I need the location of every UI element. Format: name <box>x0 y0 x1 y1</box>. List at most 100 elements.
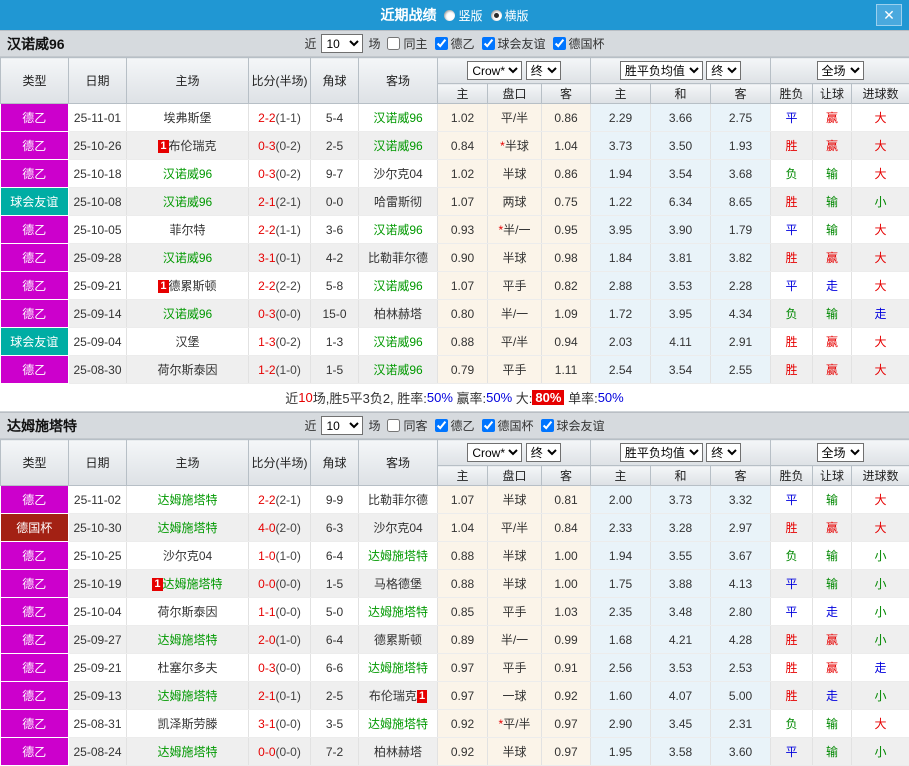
handicap-label: 一球 <box>502 689 526 703</box>
games-count-select[interactable]: 10 <box>321 34 363 53</box>
league-badge: 球会友谊 <box>1 188 69 216</box>
avg-draw-cell: 3.81 <box>651 244 711 272</box>
avg-stage-select[interactable]: 终 <box>706 443 741 462</box>
team-label: 达姆施塔特 <box>368 549 428 563</box>
corner-cell: 9-7 <box>311 160 359 188</box>
col-away: 客场 <box>359 58 438 104</box>
full-time-score: 3-1 <box>258 251 275 265</box>
avg-type-select[interactable]: 胜平负均值 <box>620 443 703 462</box>
radio-unchecked-icon[interactable] <box>444 10 455 21</box>
league-checkbox-1[interactable] <box>482 37 495 50</box>
odds-home-cell: 0.80 <box>438 300 488 328</box>
handicap-label: 半球 <box>502 167 526 181</box>
half-time-score: (0-0) <box>276 577 301 591</box>
same-venue-checkbox[interactable] <box>387 37 400 50</box>
col-type: 类型 <box>1 58 69 104</box>
handicap-label: 半球 <box>502 577 526 591</box>
goals-result-cell: 小 <box>852 626 909 654</box>
col-handicap: 盘口 <box>488 466 542 486</box>
corner-cell: 15-0 <box>311 300 359 328</box>
team-label: 布伦瑞克 <box>369 689 417 703</box>
odds-away-cell: 0.91 <box>542 654 591 682</box>
match-date: 25-10-26 <box>69 132 127 160</box>
handicap-result-cell: 赢 <box>813 328 852 356</box>
avg-home-cell: 2.03 <box>591 328 651 356</box>
corner-cell: 3-5 <box>311 710 359 738</box>
team-label: 汉诺威96 <box>373 279 422 293</box>
layout-vertical-option[interactable]: 竖版 <box>444 7 482 24</box>
odds-home-cell: 1.07 <box>438 188 488 216</box>
bookmaker-select[interactable]: Crow* <box>467 61 522 80</box>
league-checkbox-2[interactable] <box>541 419 554 432</box>
goals-result-cell: 小 <box>852 738 909 766</box>
handicap-label: 半球 <box>502 251 526 265</box>
scope-select[interactable]: 全场 <box>817 443 864 462</box>
avg-home-cell: 1.22 <box>591 188 651 216</box>
full-time-score: 0-0 <box>258 577 275 591</box>
goals-result-cell: 走 <box>852 300 909 328</box>
corner-cell: 6-4 <box>311 626 359 654</box>
team-label: 汉诺威96 <box>373 139 422 153</box>
full-time-score: 0-3 <box>258 167 275 181</box>
full-time-score: 1-1 <box>258 605 275 619</box>
col-result: 胜负 <box>771 84 813 104</box>
result-cell: 胜 <box>771 626 813 654</box>
bookmaker-select[interactable]: Crow* <box>467 443 522 462</box>
away-team-cell: 达姆施塔特 <box>359 710 438 738</box>
home-team-cell: 达姆施塔特 <box>127 682 249 710</box>
odds-stage-select[interactable]: 终 <box>526 443 561 462</box>
handicap-label: 两球 <box>502 195 526 209</box>
odds-away-cell: 0.94 <box>542 328 591 356</box>
goals-result-cell: 大 <box>852 272 909 300</box>
league-checkbox-1[interactable] <box>482 419 495 432</box>
handicap-result-cell: 输 <box>813 570 852 598</box>
team-label: 达姆施塔特 <box>157 689 217 703</box>
col-score: 比分(半场) <box>249 58 311 104</box>
col-avg-draw: 和 <box>651 84 711 104</box>
corner-cell: 6-6 <box>311 654 359 682</box>
scope-select[interactable]: 全场 <box>817 61 864 80</box>
layout-horizontal-option[interactable]: 横版 <box>491 7 529 24</box>
team-name: 汉诺威96 <box>7 34 65 54</box>
avg-stage-select[interactable]: 终 <box>706 61 741 80</box>
league-badge: 德乙 <box>1 244 69 272</box>
match-date: 25-08-31 <box>69 710 127 738</box>
col-odds-home: 主 <box>438 466 488 486</box>
league-checkbox-0[interactable] <box>435 37 448 50</box>
same-venue-checkbox[interactable] <box>387 419 400 432</box>
full-time-score: 0-3 <box>258 139 275 153</box>
league-checkbox-2[interactable] <box>553 37 566 50</box>
avg-away-cell: 2.31 <box>711 710 771 738</box>
team-label: 沙尔克04 <box>373 521 422 535</box>
match-row: 德乙25-11-02达姆施塔特2-2(2-1)9-9比勒菲尔德1.07半球0.8… <box>1 486 909 514</box>
half-time-score: (0-0) <box>276 717 301 731</box>
avg-home-cell: 2.00 <box>591 486 651 514</box>
games-count-select[interactable]: 10 <box>321 416 363 435</box>
league-checkbox-0[interactable] <box>435 419 448 432</box>
full-time-score: 2-1 <box>258 195 275 209</box>
full-time-score: 0-0 <box>258 745 275 759</box>
rank-one-badge: 1 <box>158 140 168 153</box>
handicap-cell: 平手 <box>488 356 542 384</box>
titlebar: 近期战绩 竖版 横版 ✕ <box>0 0 909 30</box>
avg-home-cell: 2.35 <box>591 598 651 626</box>
handicap-cell: 平/半 <box>488 104 542 132</box>
team-label: 凯泽斯劳滕 <box>157 717 217 731</box>
radio-checked-icon[interactable] <box>491 10 502 21</box>
close-button[interactable]: ✕ <box>876 4 902 26</box>
avg-type-select[interactable]: 胜平负均值 <box>620 61 703 80</box>
avg-draw-cell: 3.66 <box>651 104 711 132</box>
team-label: 荷尔斯泰因 <box>157 363 217 377</box>
result-group-header: 全场 <box>771 58 909 84</box>
col-let-goal: 让球 <box>813 84 852 104</box>
match-row: 德乙25-10-191达姆施塔特0-0(0-0)1-5马格德堡0.88半球1.0… <box>1 570 909 598</box>
corner-cell: 5-8 <box>311 272 359 300</box>
score-cell: 2-2(1-1) <box>249 216 311 244</box>
games-label: 场 <box>368 35 380 52</box>
odds-stage-select[interactable]: 终 <box>526 61 561 80</box>
odds-away-cell: 0.92 <box>542 682 591 710</box>
team-header-bar: 达姆施塔特 近10场同客德乙德国杯球会友谊 <box>0 412 909 439</box>
result-cell: 胜 <box>771 654 813 682</box>
team-label: 哈雷斯彻 <box>374 195 422 209</box>
odds-group-header: Crow* 终 <box>438 440 591 466</box>
